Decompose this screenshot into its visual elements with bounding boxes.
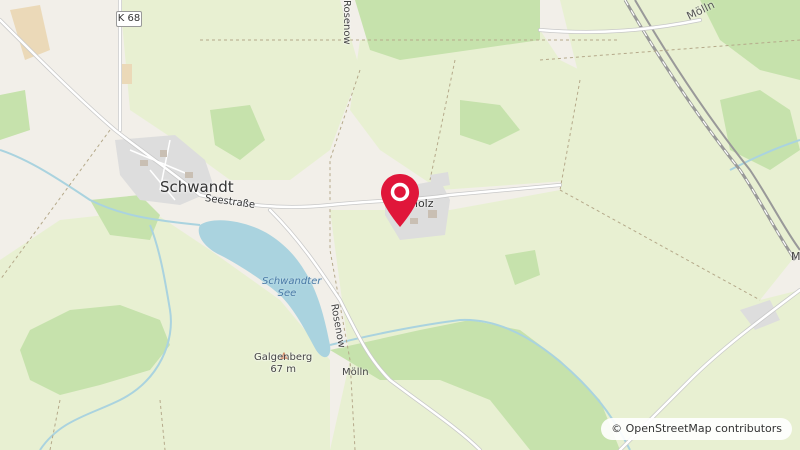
road-label-molln-bottom: Mölln <box>342 367 369 378</box>
building <box>160 150 167 157</box>
peak-label: Galgenberg 67 m <box>254 352 312 376</box>
building <box>140 160 148 166</box>
lake-label: Schwandter See <box>262 276 322 300</box>
peak-elevation: 67 m <box>270 364 296 375</box>
lake-label-line2: See <box>277 288 297 299</box>
lake-label-line1: Schwandter <box>262 276 322 287</box>
road-label-rosenow-top: Rosenow <box>341 0 352 45</box>
building <box>428 210 437 218</box>
map-canvas[interactable]: K 68 Schwandt Seestraße nholz Schwandter… <box>0 0 800 450</box>
peak-name: Galgenberg <box>254 352 313 363</box>
road-shield-k68: K 68 <box>116 11 142 27</box>
location-pin-icon[interactable] <box>377 171 423 229</box>
map-attribution[interactable]: © OpenStreetMap contributors <box>601 418 792 440</box>
village-label-schwandt: Schwandt <box>160 178 234 196</box>
edge-label-right: M <box>791 250 800 263</box>
